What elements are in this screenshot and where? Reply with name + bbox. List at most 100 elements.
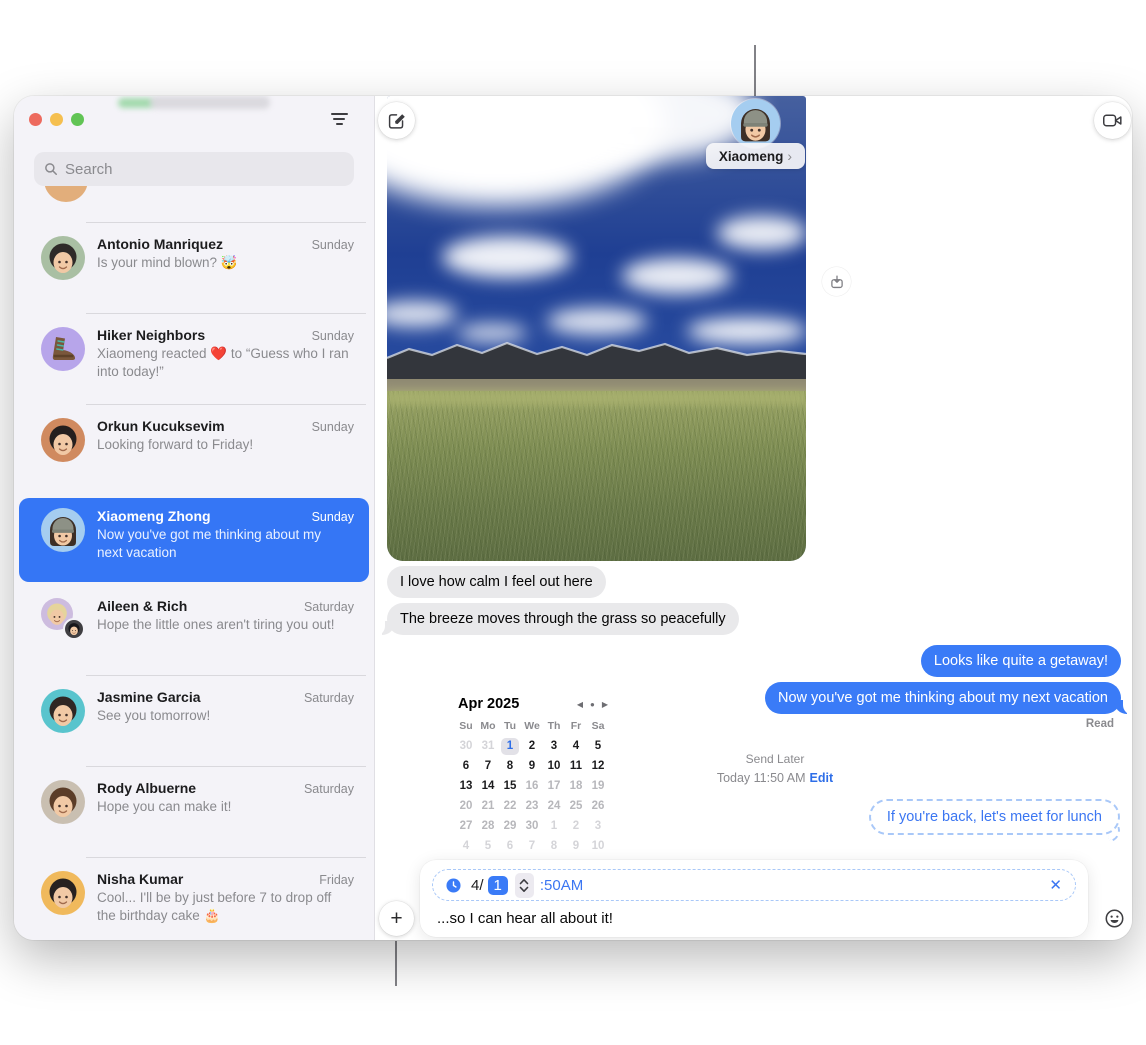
conversation-preview: See you tomorrow! [97,707,349,725]
calendar-prev-icon[interactable]: ◀ [577,700,583,709]
conversation-item[interactable]: Aileen & RichSaturdayHope the little one… [14,585,374,675]
video-camera-icon [1102,112,1123,129]
contact-name-pill[interactable]: Xiaomeng › [706,143,805,169]
avatar [41,871,85,915]
calendar-weekday: Fr [571,720,582,732]
conversation-item[interactable]: Antonio ManriquezSundayIs your mind blow… [14,223,374,313]
calendar-day[interactable]: 5 [589,738,607,755]
calendar-day[interactable]: 4 [567,738,585,755]
calendar-day[interactable]: 22 [501,798,519,815]
calendar-day-selected[interactable]: 1 [501,738,519,755]
new-message-button[interactable] [378,102,415,139]
conversation-date: Sunday [312,420,354,434]
calendar-day[interactable]: 5 [479,838,497,855]
calendar-day[interactable]: 8 [545,838,563,855]
conversation-preview: Hope the little ones aren't tiring you o… [97,616,349,634]
calendar-day[interactable]: 31 [479,738,497,755]
conversation-item[interactable]: Rody AlbuerneSaturdayHope you can make i… [14,767,374,857]
chevron-right-icon: › [787,149,792,163]
conversation-name: Antonio Manriquez [97,236,223,252]
calendar-day[interactable]: 24 [545,798,563,815]
conversation-date: Sunday [312,510,354,524]
calendar-day[interactable]: 12 [589,758,607,775]
search-input[interactable]: Search [34,152,354,186]
calendar-day[interactable]: 6 [501,838,519,855]
calendar-today-icon[interactable]: ● [590,700,595,709]
send-later-datetime-field[interactable]: 4/ 1 :50AM ✕ [432,869,1076,901]
save-attachment-button[interactable] [822,267,851,296]
close-x-icon[interactable]: ✕ [1049,876,1062,894]
calendar-day[interactable]: 11 [567,758,585,775]
calendar-day[interactable]: 7 [523,838,541,855]
calendar-day[interactable]: 10 [545,758,563,775]
contact-avatar[interactable] [731,99,780,148]
calendar-day[interactable]: 23 [523,798,541,815]
calendar-day[interactable]: 1 [545,818,563,835]
calendar-day[interactable]: 10 [589,838,607,855]
calendar-day[interactable]: 18 [567,778,585,795]
calendar-day[interactable]: 27 [457,818,475,835]
calendar-day[interactable]: 30 [523,818,541,835]
calendar-day[interactable]: 4 [457,838,475,855]
conversation-item[interactable]: Nisha KumarFridayCool... I'll be by just… [14,858,374,940]
send-later-edit-link[interactable]: Edit [810,771,834,785]
avatar [41,780,85,824]
filter-conversations-button[interactable] [326,108,352,130]
calendar-weekday: Mo [480,720,495,732]
calendar-day[interactable]: 21 [479,798,497,815]
conversation-preview: Now you've got me thinking about my next… [97,526,349,562]
calendar-day[interactable]: 7 [479,758,497,775]
incoming-message: I love how calm I feel out here [387,566,606,598]
calendar-day[interactable]: 19 [589,778,607,795]
minimize-window-button[interactable] [50,113,63,126]
conversation-preview: Hope you can make it! [97,798,349,816]
calendar-day[interactable]: 28 [479,818,497,835]
outgoing-message: Looks like quite a getaway! [921,645,1121,677]
calendar-day[interactable]: 3 [545,738,563,755]
outgoing-message: Now you've got me thinking about my next… [765,682,1121,714]
conversation-preview: Xiaomeng reacted ❤️ to “Guess who I ran … [97,345,349,381]
calendar-day[interactable]: 30 [457,738,475,755]
emoji-picker-button[interactable] [1099,903,1130,934]
calendar-day[interactable]: 6 [457,758,475,775]
zoom-window-button[interactable] [71,113,84,126]
calendar-day[interactable]: 2 [523,738,541,755]
calendar-day[interactable]: 9 [523,758,541,775]
facetime-video-button[interactable] [1094,102,1131,139]
search-placeholder: Search [65,161,113,178]
save-attachment-icon [829,274,845,290]
calendar-day[interactable]: 16 [523,778,541,795]
calendar-day[interactable]: 8 [501,758,519,775]
calendar-day[interactable]: 17 [545,778,563,795]
calendar-weekday: Su [459,720,472,732]
calendar-day[interactable]: 2 [567,818,585,835]
calendar-day[interactable]: 14 [479,778,497,795]
calendar-day[interactable]: 15 [501,778,519,795]
calendar-day[interactable]: 29 [501,818,519,835]
chat-area: Xiaomeng › I love how calm I feel out he… [375,96,1132,940]
calendar-day[interactable]: 3 [589,818,607,835]
scheduled-message-bubble[interactable]: If you're back, let's meet for lunch [869,799,1120,835]
conversation-item[interactable]: Jasmine GarciaSaturdaySee you tomorrow! [14,676,374,766]
add-attachment-button[interactable]: + [379,901,414,936]
clock-icon [446,878,461,893]
message-composer[interactable]: 4/ 1 :50AM ✕ ...so I can hear all about … [420,860,1088,937]
time-suffix: :50AM [540,877,583,894]
calendar-day[interactable]: 20 [457,798,475,815]
conversation-preview: Cool... I'll be by just before 7 to drop… [97,889,349,925]
calendar-day[interactable]: 26 [589,798,607,815]
conversation-item[interactable]: Hiker NeighborsSundayXiaomeng reacted ❤️… [14,314,374,404]
conversation-item[interactable]: Xiaomeng ZhongSundayNow you've got me th… [19,498,369,582]
calendar-grid: SuMoTuWeThFrSa30311234567891011121314151… [455,716,611,856]
composer-message-text[interactable]: ...so I can hear all about it! [420,901,1088,936]
close-window-button[interactable] [29,113,42,126]
date-stepper[interactable] [515,873,534,898]
selected-date-segment[interactable]: 1 [488,876,508,895]
conversation-item[interactable]: Orkun KucuksevimSundayLooking forward to… [14,405,374,495]
calendar-next-icon[interactable]: ▶ [602,700,608,709]
conversation-date: Saturday [304,691,354,705]
calendar-day[interactable]: 9 [567,838,585,855]
search-icon [44,162,58,176]
calendar-day[interactable]: 13 [457,778,475,795]
calendar-day[interactable]: 25 [567,798,585,815]
